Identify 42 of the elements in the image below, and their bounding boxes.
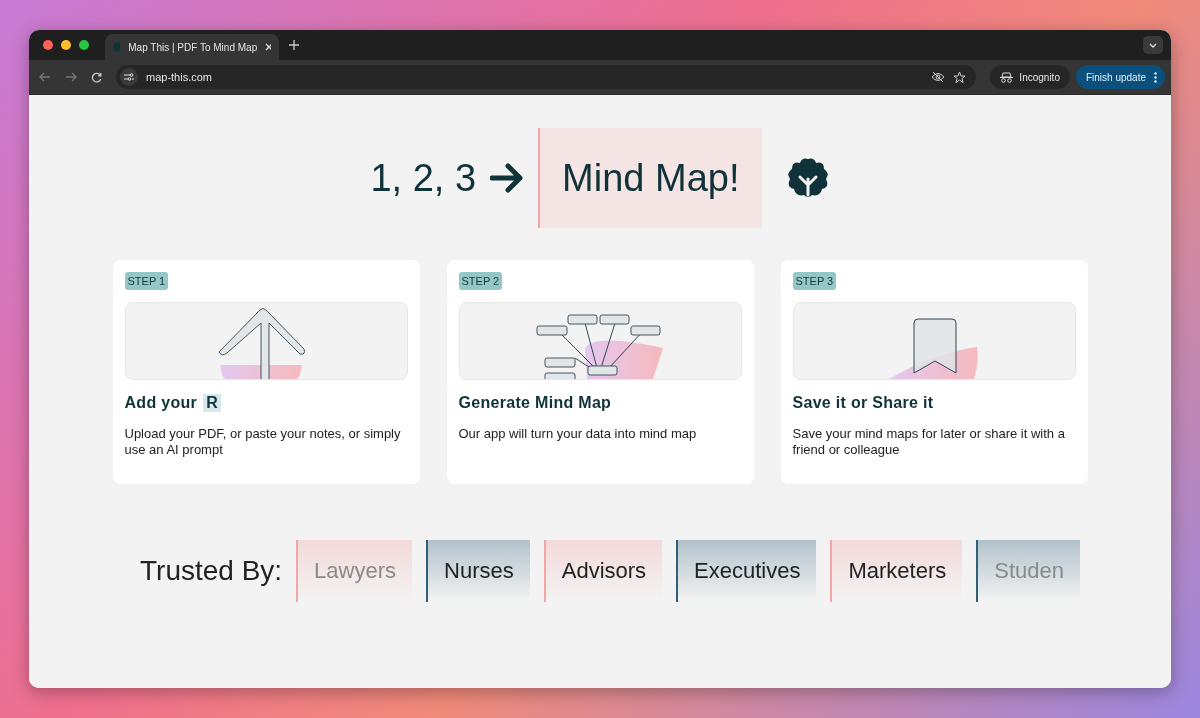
step-badge: STEP 3 bbox=[792, 272, 837, 290]
tree-icon bbox=[785, 157, 830, 199]
right-arrow-icon bbox=[490, 163, 525, 193]
step-heading: Add your bbox=[124, 394, 198, 412]
minimize-window-button[interactable] bbox=[61, 40, 71, 50]
step-description: Save your mind maps for later or share it with a friend or colleague bbox=[792, 426, 1066, 458]
step-description: Our app will turn your data into mind map bbox=[458, 426, 698, 442]
star-icon[interactable] bbox=[953, 70, 967, 84]
chevron-down-icon bbox=[1149, 42, 1157, 48]
eye-slash-icon[interactable] bbox=[931, 71, 946, 83]
incognito-icon bbox=[1000, 71, 1014, 83]
step-heading: Generate Mind Map bbox=[458, 394, 612, 412]
audience-tag: Lawyers bbox=[296, 540, 413, 602]
forward-icon[interactable] bbox=[65, 72, 77, 82]
incognito-button[interactable]: Incognito bbox=[990, 65, 1070, 89]
hero-title: Mind Map! bbox=[538, 128, 762, 228]
new-tab-icon[interactable] bbox=[289, 40, 299, 50]
step-heading: Save it or Share it bbox=[792, 394, 934, 412]
reload-icon[interactable] bbox=[91, 71, 102, 83]
trusted-by-label: Trusted By: bbox=[139, 555, 284, 587]
audience-tag: Executives bbox=[676, 540, 817, 602]
step-badge: STEP 1 bbox=[124, 272, 169, 290]
address-bar[interactable]: map-this.com bbox=[116, 65, 977, 89]
back-icon[interactable] bbox=[39, 72, 51, 82]
browser-tab[interactable]: Map This | PDF To Mind Map bbox=[105, 34, 279, 60]
step-badge: STEP 2 bbox=[458, 272, 503, 290]
close-tab-icon[interactable] bbox=[265, 43, 271, 51]
more-icon bbox=[1154, 71, 1157, 83]
hero-lead: 1, 2, 3 bbox=[370, 156, 477, 200]
step-description: Upload your PDF, or paste your notes, or simply use an AI prompt bbox=[124, 426, 402, 458]
audience-tag: Advisors bbox=[543, 540, 663, 602]
audience-tag: Nurses bbox=[426, 540, 530, 602]
favicon-icon bbox=[113, 42, 121, 52]
zoom-window-button[interactable] bbox=[79, 40, 89, 50]
tab-title: Map This | PDF To Mind Map bbox=[128, 41, 258, 53]
close-window-button[interactable] bbox=[43, 40, 53, 50]
audience-tag: Marketers bbox=[830, 540, 963, 602]
site-settings-icon[interactable] bbox=[120, 68, 138, 86]
finish-update-button[interactable]: Finish update bbox=[1075, 65, 1165, 89]
typed-word: R bbox=[203, 394, 221, 412]
tab-search-button[interactable] bbox=[1143, 36, 1163, 54]
audience-tag: Studen bbox=[976, 540, 1080, 602]
